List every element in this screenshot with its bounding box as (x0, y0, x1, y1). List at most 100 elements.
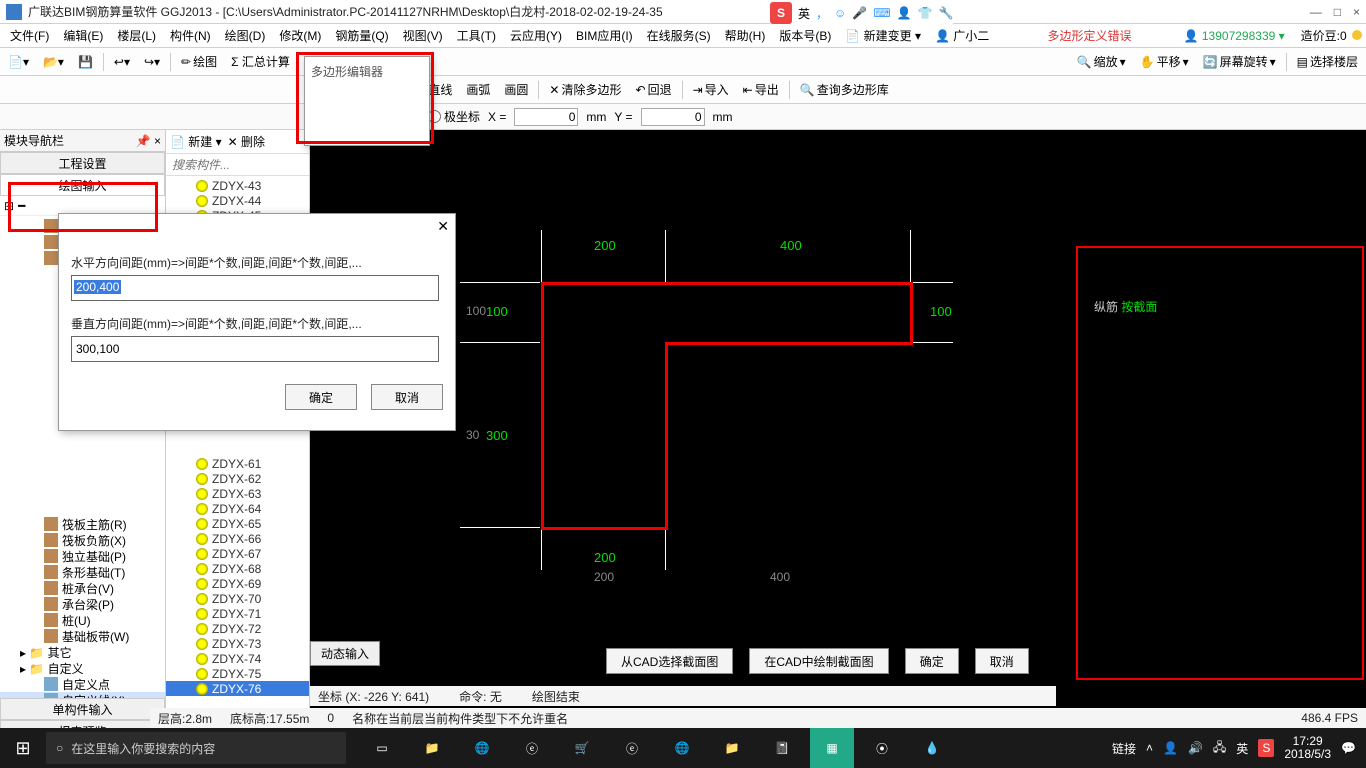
dynamic-input-button[interactable]: 动态输入 (310, 641, 380, 666)
cad-cancel-button[interactable]: 取消 (975, 648, 1029, 674)
tree-row[interactable]: 桩(U) (0, 612, 165, 628)
single-comp-input-tab[interactable]: 单构件输入 (0, 698, 165, 720)
tray-notifications-icon[interactable]: 💬 (1341, 741, 1356, 755)
maximize-icon[interactable]: □ (1334, 5, 1341, 19)
new-file-button[interactable]: 📄▾ (4, 53, 33, 71)
save-button[interactable]: 💾 (74, 53, 97, 71)
component-item[interactable]: ZDYX-70 (166, 591, 309, 606)
app-icon-5[interactable]: ⓔ (610, 728, 654, 768)
comp-delete-button[interactable]: ✕ 删除 (228, 133, 265, 150)
component-item[interactable]: ZDYX-65 (166, 516, 309, 531)
polar-radio[interactable]: 极坐标 (428, 108, 480, 125)
comp-new-button[interactable]: 📄 新建 ▾ (170, 133, 222, 150)
app-icon-10[interactable]: ⦿ (860, 728, 904, 768)
app-icon-4[interactable]: 🛒 (560, 728, 604, 768)
menu-edit[interactable]: 编辑(E) (57, 25, 109, 46)
select-layer-button[interactable]: ▤ 选择楼层 (1293, 51, 1362, 72)
component-item[interactable]: ZDYX-66 (166, 531, 309, 546)
menu-tool[interactable]: 工具(T) (451, 25, 502, 46)
tree-row[interactable]: 自定义点 (0, 676, 165, 692)
menu-modify[interactable]: 修改(M) (273, 25, 327, 46)
menu-bim[interactable]: BIM应用(I) (570, 25, 639, 46)
app-icon-8[interactable]: 📓 (760, 728, 804, 768)
component-item[interactable]: ZDYX-71 (166, 606, 309, 621)
menu-rebar[interactable]: 钢筋量(Q) (329, 25, 394, 46)
tree-row[interactable]: 自定义线(X) (0, 692, 165, 698)
cad-ok-button[interactable]: 确定 (905, 648, 959, 674)
cad-draw-button[interactable]: 在CAD中绘制截面图 (749, 648, 888, 674)
tree-row[interactable]: 承台梁(P) (0, 596, 165, 612)
component-item[interactable]: ZDYX-74 (166, 651, 309, 666)
y-input[interactable] (641, 108, 705, 126)
screen-rotate-button[interactable]: 🔄 屏幕旋转 ▾ (1199, 51, 1280, 72)
close-icon[interactable]: × (1353, 5, 1360, 19)
component-item[interactable]: ZDYX-72 (166, 621, 309, 636)
grid-dialog-close-button[interactable]: ✕ (437, 218, 449, 235)
nav-panel-pin-icon[interactable]: 📌 × (136, 134, 161, 148)
menu-draw[interactable]: 绘图(D) (219, 25, 272, 46)
polygon-error-warning[interactable]: 多边形定义错误 (1047, 27, 1131, 44)
draw-button[interactable]: ✏ 绘图 (177, 51, 221, 72)
tree-expand-icon[interactable]: ⊞ (4, 199, 14, 213)
grid-cancel-button[interactable]: 取消 (371, 384, 443, 410)
comp-search-input[interactable] (166, 154, 309, 175)
tree-row[interactable]: 筏板负筋(X) (0, 532, 165, 548)
tree-collapse-icon[interactable]: ━ (18, 199, 25, 213)
tree-row[interactable]: 筏板主筋(R) (0, 516, 165, 532)
component-item[interactable]: ZDYX-61 (166, 456, 309, 471)
tree-group[interactable]: ▸ 📁 自定义 (0, 660, 165, 676)
open-file-button[interactable]: 📂▾ (39, 53, 68, 71)
tray-volume-icon[interactable]: 🔊 (1188, 741, 1203, 755)
tray-link-label[interactable]: 链接 (1112, 740, 1136, 757)
pan-button[interactable]: ✋ 平移 ▾ (1136, 51, 1193, 72)
tray-ime-label[interactable]: 英 (1236, 740, 1248, 757)
grid-h-input[interactable]: 200,400 (71, 275, 439, 301)
component-item[interactable]: ZDYX-73 (166, 636, 309, 651)
menu-file[interactable]: 文件(F) (4, 25, 55, 46)
menu-version[interactable]: 版本号(B) (773, 25, 837, 46)
cad-pick-button[interactable]: 从CAD选择截面图 (606, 648, 733, 674)
user-account[interactable]: 👤 13907298339 ▾ (1184, 29, 1285, 43)
tray-clock[interactable]: 17:292018/5/3 (1284, 735, 1331, 761)
import-button[interactable]: ⇥ 导入 (689, 79, 733, 100)
taskbar-search[interactable]: ○ 在这里输入你要搜索的内容 (46, 732, 346, 764)
undo-button[interactable]: ↩▾ (110, 53, 134, 71)
ime-lang-label[interactable]: 英 (798, 5, 810, 22)
app-icon-1[interactable]: 📁 (410, 728, 454, 768)
draw-input-tab[interactable]: 绘图输入 (0, 174, 165, 196)
sigma-calc-button[interactable]: Σ 汇总计算 (227, 51, 294, 72)
app-icon-9[interactable]: ▦ (810, 728, 854, 768)
component-item[interactable]: ZDYX-64 (166, 501, 309, 516)
menu-help[interactable]: 帮助(H) (719, 25, 772, 46)
menu-floor[interactable]: 楼层(L) (111, 25, 162, 46)
app-icon-3[interactable]: ⓔ (510, 728, 554, 768)
component-item[interactable]: ZDYX-63 (166, 486, 309, 501)
tray-sogou-icon[interactable]: S (1258, 739, 1274, 757)
taskview-icon[interactable]: ▭ (360, 728, 404, 768)
clear-polygon-button[interactable]: ✕ 清除多边形 (545, 79, 625, 100)
app-icon-2[interactable]: 🌐 (460, 728, 504, 768)
guangxiaoer-button[interactable]: 👤 广小二 (929, 25, 995, 46)
export-button[interactable]: ⇤ 导出 (739, 79, 783, 100)
tray-chevron-icon[interactable]: ˄ (1146, 741, 1153, 755)
menu-online[interactable]: 在线服务(S) (641, 25, 717, 46)
zoom-button[interactable]: 🔍 缩放 ▾ (1073, 51, 1130, 72)
tray-net-icon[interactable]: 🖧 (1213, 738, 1226, 759)
app-icon-11[interactable]: 💧 (910, 728, 954, 768)
app-icon-7[interactable]: 📁 (710, 728, 754, 768)
ime-logo-icon[interactable]: S (770, 2, 792, 24)
x-input[interactable] (514, 108, 578, 126)
tree-group[interactable]: ▸ 📁 其它 (0, 644, 165, 660)
component-item[interactable]: ZDYX-76 (166, 681, 309, 696)
component-item[interactable]: ZDYX-44 (166, 193, 309, 208)
grid-v-input[interactable] (71, 336, 439, 362)
menu-view[interactable]: 视图(V) (397, 25, 449, 46)
tree-row[interactable]: 条形基础(T) (0, 564, 165, 580)
redo-button[interactable]: ↪▾ (140, 53, 164, 71)
new-change-button[interactable]: 📄 新建变更 ▾ (839, 25, 927, 46)
component-item[interactable]: ZDYX-62 (166, 471, 309, 486)
start-button[interactable]: ⊞ (0, 728, 46, 768)
tray-people-icon[interactable]: 👤 (1163, 741, 1178, 755)
tree-row[interactable]: 桩承台(V) (0, 580, 165, 596)
grid-ok-button[interactable]: 确定 (285, 384, 357, 410)
